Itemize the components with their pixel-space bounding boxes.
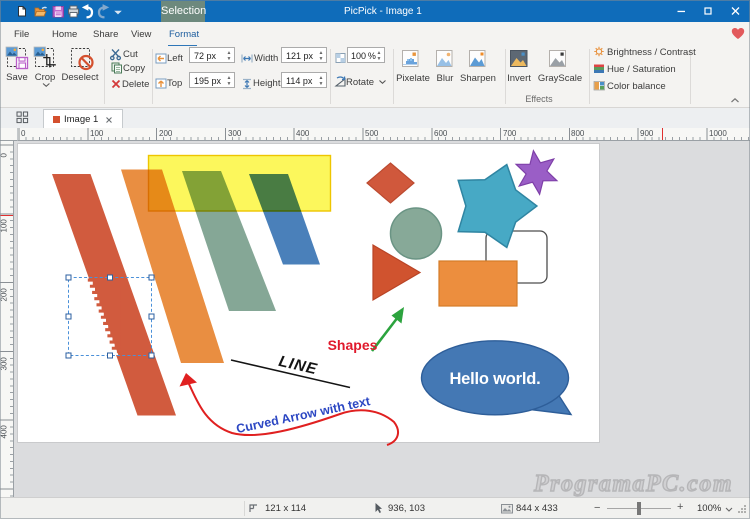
- svg-text:Hello world.: Hello world.: [449, 370, 540, 388]
- svg-text:Curved Arrow with text: Curved Arrow with text: [235, 394, 372, 436]
- svg-text:LINE: LINE: [277, 353, 319, 378]
- svg-text:Shapes: Shapes: [328, 337, 378, 353]
